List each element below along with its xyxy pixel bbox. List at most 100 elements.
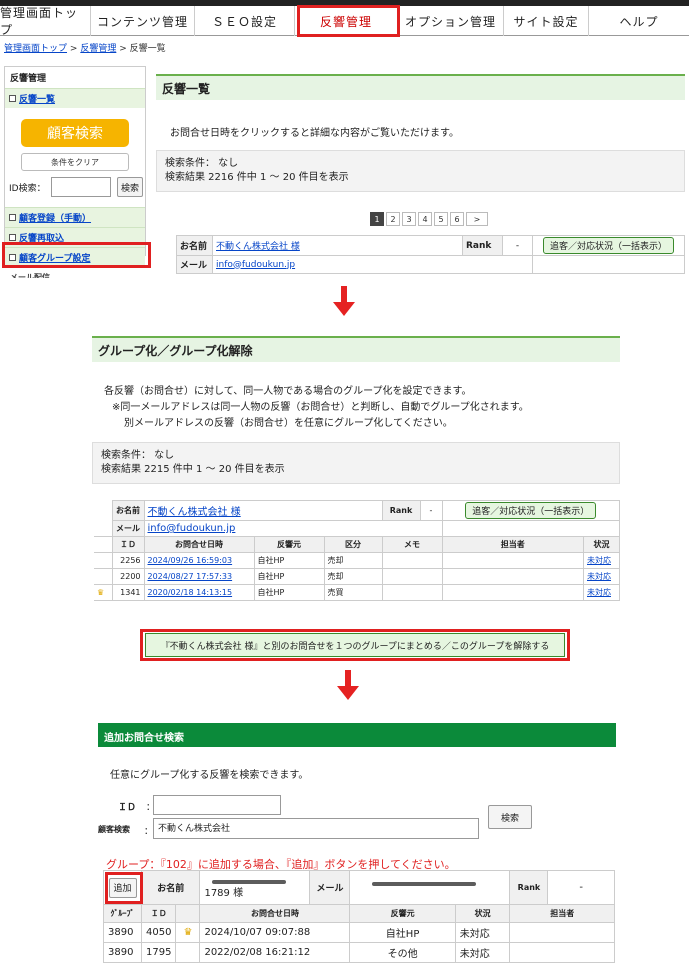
table-row: 2200 2024/08/27 17:57:33 自社HP 売却 未対応 [94,568,620,585]
group-desc-2: ※同一メールアドレスは同一人物の反響（お問合せ）と判断し、自動でグループ化されま… [112,402,529,413]
page-1[interactable]: 1 [370,212,384,226]
breadcrumb-current: 反響一覧 [129,44,166,54]
group-desc-3: 別メールアドレスの反響（お問合せ）を任意にグループ化してください。 [124,418,453,429]
row-id: 1795 [140,942,177,963]
col-date: お問合せ日時 [199,904,351,923]
crown-icon: ♛ [175,922,201,943]
list-hint: お問合せ日時をクリックすると詳細な内容がご覧いただけます。 [170,128,459,139]
tab-contents[interactable]: コンテンツ管理 [91,6,195,36]
row-id: 4050 [140,922,177,943]
row-kind: 売却 [323,568,383,585]
row-source: 自社HP [253,584,325,601]
result-text: 検索結果 2215 件中 1 ～ 20 件目を表示 [101,464,285,475]
breadcrumb-section[interactable]: 反響管理 [80,44,116,54]
group-desc-1: 各反響（お問合せ）に対して、同一人物である場合のグループ化を設定できます。 [104,386,472,397]
table-row: ♛ 1341 2020/02/18 14:13:15 自社HP 売買 未対応 [94,584,620,601]
table-row: 3890 4050 ♛ 2024/10/07 09:07:88 自社HP 未対応 [103,922,615,943]
rank-label: Rank [381,500,421,521]
tab-options[interactable]: オプション管理 [398,6,504,36]
row-status-link[interactable]: 未対応 [587,556,611,565]
square-icon [9,95,16,102]
col-date: お問合せ日時 [143,536,255,553]
col-staff: 担当者 [441,536,584,553]
add-id-input[interactable] [153,795,281,815]
add-customer-input[interactable]: 不動くん株式会社 [153,818,479,839]
tab-site-settings[interactable]: サイト設定 [504,6,589,36]
square-icon [9,234,16,241]
sidebar-item-label[interactable]: 顧客登録（手動） [19,211,91,224]
col-source: 反響元 [253,536,325,553]
page-4[interactable]: 4 [418,212,432,226]
rank-value: - [419,500,443,521]
crown-icon: ♛ [94,584,113,601]
table-row: 2256 2024/09/26 16:59:03 自社HP 売却 未対応 [94,552,620,569]
mail-label: メール [309,870,351,905]
add-record-table: 追加 お名前 1789 様 メール Rank - ｸﾞﾙｰﾌﾟ ＩＤ お問合せ日… [103,870,615,963]
list-record-table: お名前 不動くん株式会社 様 Rank - 追客／対応状況（一括表示） メール … [176,235,685,274]
col-id: ＩＤ [111,536,145,553]
status-overview-button[interactable]: 追客／対応状況（一括表示） [465,502,597,519]
crown-icon [94,552,113,569]
sidebar: 反響管理 反響一覧 顧客検索 条件をクリア ID検索： 検索 顧客登録（手動） … [4,66,146,267]
id-search-button[interactable]: 検索 [117,177,143,197]
cond-text: 検索条件： なし [101,450,175,461]
row-date-link[interactable]: 2020/02/18 14:13:15 [148,588,233,597]
name-label: お名前 [176,235,213,256]
mail-label: メール [176,255,213,274]
customer-name-link[interactable]: 不動くん株式会社 様 [216,242,300,252]
page-6[interactable]: 6 [450,212,464,226]
mail-link[interactable]: info@fudoukun.jp [148,523,236,534]
row-group: 3890 [103,942,142,963]
customer-name-link[interactable]: 不動くん株式会社 様 [148,507,241,518]
row-date-link[interactable]: 2024/08/27 17:57:33 [148,572,233,581]
row-date-link[interactable]: 2024/09/26 16:59:03 [148,556,233,565]
row-status-link[interactable]: 未対応 [587,572,611,581]
col-group: ｸﾞﾙｰﾌﾟ [103,904,142,923]
row-status-link[interactable]: 未対応 [587,588,611,597]
sidebar-item-register[interactable]: 顧客登録（手動） [5,207,145,227]
cond-text: 検索条件： なし [165,158,239,169]
row-source: 自社HP [253,552,325,569]
add-name-value: 1789 様 [204,888,244,899]
highlight-group-setting [2,242,151,268]
row-status: 未対応 [454,942,511,963]
row-id: 1341 [111,584,145,601]
list-search-conditions: 検索条件： なし 検索結果 2216 件中 1 ～ 20 件目を表示 [156,150,685,192]
group-search-conditions: 検索条件： なし 検索結果 2215 件中 1 ～ 20 件目を表示 [92,442,620,484]
tab-help[interactable]: ヘルプ [589,6,689,36]
page-2[interactable]: 2 [386,212,400,226]
sidebar-item-list[interactable]: 反響一覧 [5,88,145,108]
rank-label: Rank [509,870,549,905]
page-next[interactable]: > [466,212,488,226]
rank-value: - [502,235,533,256]
col-status: 状況 [583,536,620,553]
row-staff [509,922,615,943]
row-source: その他 [349,942,456,963]
redaction-mark [372,882,476,886]
customer-search-button[interactable]: 顧客検索 [21,119,129,147]
mail-link[interactable]: info@fudoukun.jp [216,260,295,270]
row-staff [509,942,615,963]
tab-admin-top[interactable]: 管理画面トップ [0,6,91,37]
row-memo [381,568,443,585]
tab-seo[interactable]: ＳＥＯ設定 [195,6,295,36]
breadcrumb-sep: > [119,44,127,54]
clear-conditions-button[interactable]: 条件をクリア [21,153,129,171]
status-overview-button[interactable]: 追客／対応状況（一括表示） [542,237,674,254]
add-search-button[interactable]: 検索 [488,805,532,829]
add-customer-colon: ： [144,827,154,837]
row-staff [441,552,584,569]
row-staff [441,568,584,585]
add-search-desc: 任意にグループ化する反響を検索できます。 [110,770,309,781]
square-icon [9,214,16,221]
col-kind: 区分 [323,536,383,553]
col-staff: 担当者 [509,904,615,923]
result-text: 検索結果 2216 件中 1 ～ 20 件目を表示 [165,172,349,183]
sidebar-item-label[interactable]: 反響一覧 [19,92,55,105]
breadcrumb-sep: > [69,44,78,54]
page-3[interactable]: 3 [402,212,416,226]
id-search-input[interactable] [51,177,111,197]
breadcrumb-home[interactable]: 管理画面トップ [4,44,67,54]
crown-icon [175,942,201,963]
page-5[interactable]: 5 [434,212,448,226]
